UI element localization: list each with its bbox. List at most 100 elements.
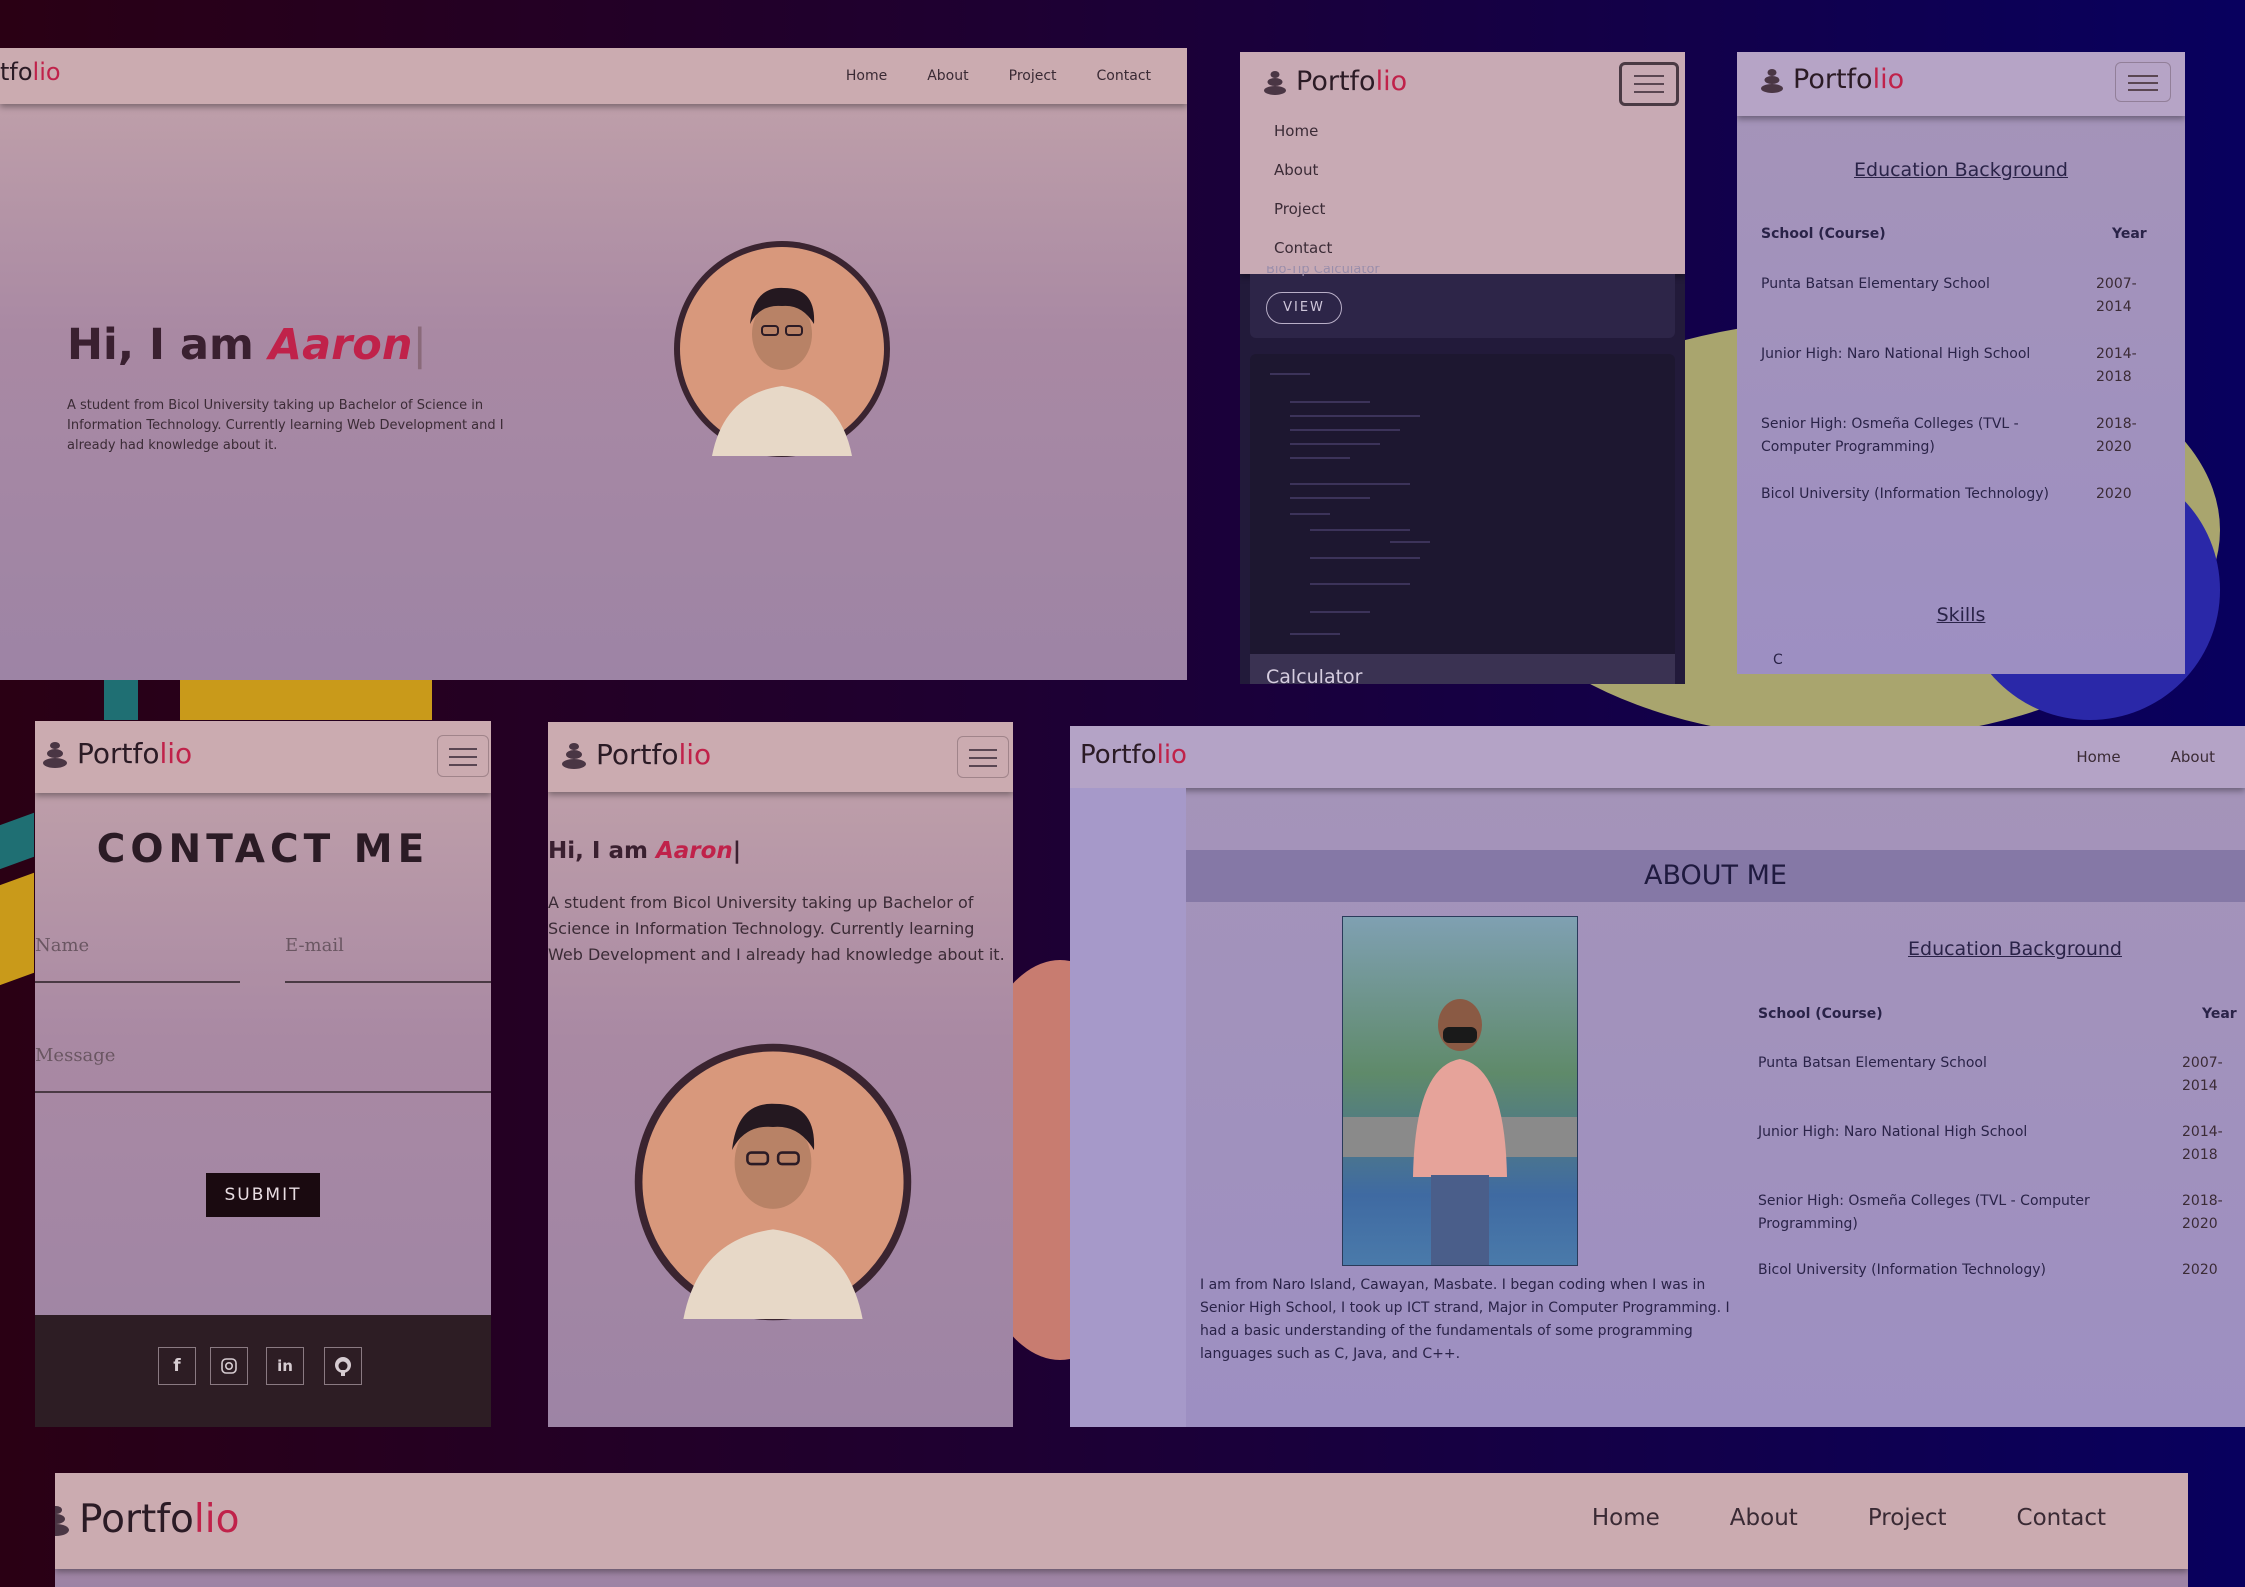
edu-school: Bicol University (Information Technology… xyxy=(1761,486,2050,502)
nav-home[interactable]: Home xyxy=(846,68,887,84)
project-card: Bio-Tip Calculator VIEW xyxy=(1250,266,1675,338)
edu-year: 2018-2020 xyxy=(2096,416,2137,455)
edu-school: Senior High: Osmeña Colleges (TVL - Comp… xyxy=(1761,416,2019,455)
screen-mobile-contact: Portfo lio CONTACT ME Name E-mail Message… xyxy=(35,721,491,1427)
screen-desktop-about: Portfo lio Home About ABOUT ME I am from … xyxy=(1070,726,2245,1427)
navbar: tfo lio Home About Project Contact xyxy=(0,48,1187,104)
screen-mobile-education: Portfo lio Education Background School (C… xyxy=(1737,52,2185,674)
view-button[interactable]: VIEW xyxy=(1266,292,1342,324)
about-photo xyxy=(1342,916,1578,1266)
brand-suffix: lio xyxy=(1375,66,1408,97)
edu-year: 2018-2020 xyxy=(2182,1193,2223,1232)
navbar-expanded: Portfo lio Home About Project Contact xyxy=(1240,52,1685,274)
bg-stripe-yellow xyxy=(180,680,432,720)
nav-links: Home About Project Contact xyxy=(846,68,1151,84)
edu-year: 2007-2014 xyxy=(2096,276,2137,315)
menu-item-home[interactable]: Home xyxy=(1274,122,1318,140)
navbar: Portfo lio xyxy=(1737,52,2185,116)
edu-school: Senior High: Osmeña Colleges (TVL - Comp… xyxy=(1758,1193,2090,1232)
screen-desktop-hero: tfo lio Home About Project Contact Hi, I … xyxy=(0,48,1187,680)
edu-year: 2020 xyxy=(2182,1262,2218,1278)
edu-year: 2007-2014 xyxy=(2182,1055,2223,1094)
profile-photo xyxy=(620,1022,926,1342)
name-placeholder: Name xyxy=(35,935,90,956)
nav-about[interactable]: About xyxy=(2171,748,2215,766)
edu-year: 2014-2018 xyxy=(2182,1124,2223,1163)
edu-school: Bicol University (Information Technology… xyxy=(1758,1262,2047,1278)
brand-suffix: lio xyxy=(1872,64,1905,95)
brand-logo[interactable]: Portfo lio xyxy=(41,737,192,770)
navbar: Portfo lio Home About Project Contact xyxy=(55,1473,2188,1569)
brand-logo[interactable]: Portfo lio xyxy=(1759,64,1904,95)
message-placeholder: Message xyxy=(35,1045,116,1066)
next-project-card: Calculator xyxy=(1250,654,1675,684)
screen-mobile-menu: Portfo lio Home About Project Contact Bio… xyxy=(1240,52,1685,684)
hero-greeting: Hi, I am xyxy=(548,838,656,864)
about-title-bar: ABOUT ME xyxy=(1186,850,2245,902)
about-title: ABOUT ME xyxy=(1644,860,1787,891)
education-title: Education Background xyxy=(1854,159,2068,181)
next-project-title: Calculator xyxy=(1266,666,1363,684)
facebook-icon[interactable]: f xyxy=(158,1347,196,1385)
instagram-icon[interactable] xyxy=(210,1347,248,1385)
brand-prefix: Portfo xyxy=(1080,740,1157,770)
nav-home[interactable]: Home xyxy=(1592,1505,1660,1531)
skills-title: Skills xyxy=(1936,604,1986,626)
nav-project[interactable]: Project xyxy=(1868,1505,1947,1531)
stones-logo-icon xyxy=(560,741,588,769)
brand-prefix: Portfo xyxy=(596,738,679,771)
brand-logo[interactable]: Portfo lio xyxy=(1080,740,1187,770)
submit-button[interactable]: SUBMIT xyxy=(206,1173,320,1217)
nav-home[interactable]: Home xyxy=(2076,748,2120,766)
profile-photo xyxy=(664,224,900,474)
stones-logo-icon xyxy=(1262,69,1288,95)
brand-logo[interactable]: Portfo lio xyxy=(55,1497,239,1542)
hero-name: Aaron xyxy=(655,838,733,864)
message-field[interactable]: Message xyxy=(35,1041,491,1093)
github-icon[interactable] xyxy=(324,1347,362,1385)
screen-mobile-hero: Portfo lio Hi, I am Aaron| A student from… xyxy=(548,722,1013,1427)
nav-links: Home About xyxy=(2076,748,2215,766)
typing-cursor: | xyxy=(412,320,427,370)
hero-name: Aaron xyxy=(268,320,413,370)
brand-logo[interactable]: tfo lio xyxy=(0,58,61,86)
menu-item-contact[interactable]: Contact xyxy=(1274,239,1332,257)
brand-prefix: Portfo xyxy=(1296,66,1376,97)
stones-logo-icon xyxy=(55,1503,71,1537)
nav-about[interactable]: About xyxy=(1730,1505,1798,1531)
footer: f in xyxy=(35,1315,491,1427)
hero-greeting: Hi, I am xyxy=(67,320,269,370)
hamburger-button[interactable] xyxy=(2115,62,2171,102)
brand-prefix: tfo xyxy=(0,58,33,86)
hamburger-button[interactable] xyxy=(1619,62,1679,106)
hero-bio: A student from Bicol University taking u… xyxy=(548,893,1005,964)
nav-about[interactable]: About xyxy=(927,68,968,84)
nav-project[interactable]: Project xyxy=(1009,68,1057,84)
name-field[interactable]: Name xyxy=(35,931,240,983)
nav-links: Home About Project Contact xyxy=(1592,1505,2106,1531)
brand-logo[interactable]: Portfo lio xyxy=(1262,66,1407,97)
project-title-cropped: Bio-Tip Calculator xyxy=(1266,266,1380,276)
brand-logo[interactable]: Portfo lio xyxy=(560,738,711,771)
nav-contact[interactable]: Contact xyxy=(1097,68,1151,84)
col-school-header: School (Course) xyxy=(1761,226,1886,242)
contact-title: CONTACT ME xyxy=(96,827,430,872)
stones-logo-icon xyxy=(41,740,69,768)
menu-item-project[interactable]: Project xyxy=(1274,200,1325,218)
email-field[interactable]: E-mail xyxy=(285,931,491,983)
linkedin-icon[interactable]: in xyxy=(266,1347,304,1385)
navbar: Portfo lio xyxy=(35,721,491,793)
edu-school: Punta Batsan Elementary School xyxy=(1758,1055,1987,1071)
bg-stripe-teal xyxy=(104,680,138,720)
menu-item-about[interactable]: About xyxy=(1274,161,1318,179)
hamburger-button[interactable] xyxy=(957,736,1009,778)
brand-suffix: lio xyxy=(1156,740,1187,770)
edu-school: Junior High: Naro National High School xyxy=(1758,1124,2028,1140)
hamburger-button[interactable] xyxy=(437,735,489,777)
skill-item: C xyxy=(1773,652,1783,668)
brand-suffix: lio xyxy=(32,58,61,86)
nav-contact[interactable]: Contact xyxy=(2017,1505,2106,1531)
hero-title: Hi, I am Aaron| xyxy=(548,838,741,864)
edu-school: Punta Batsan Elementary School xyxy=(1761,276,1990,292)
typing-cursor: | xyxy=(732,838,742,864)
